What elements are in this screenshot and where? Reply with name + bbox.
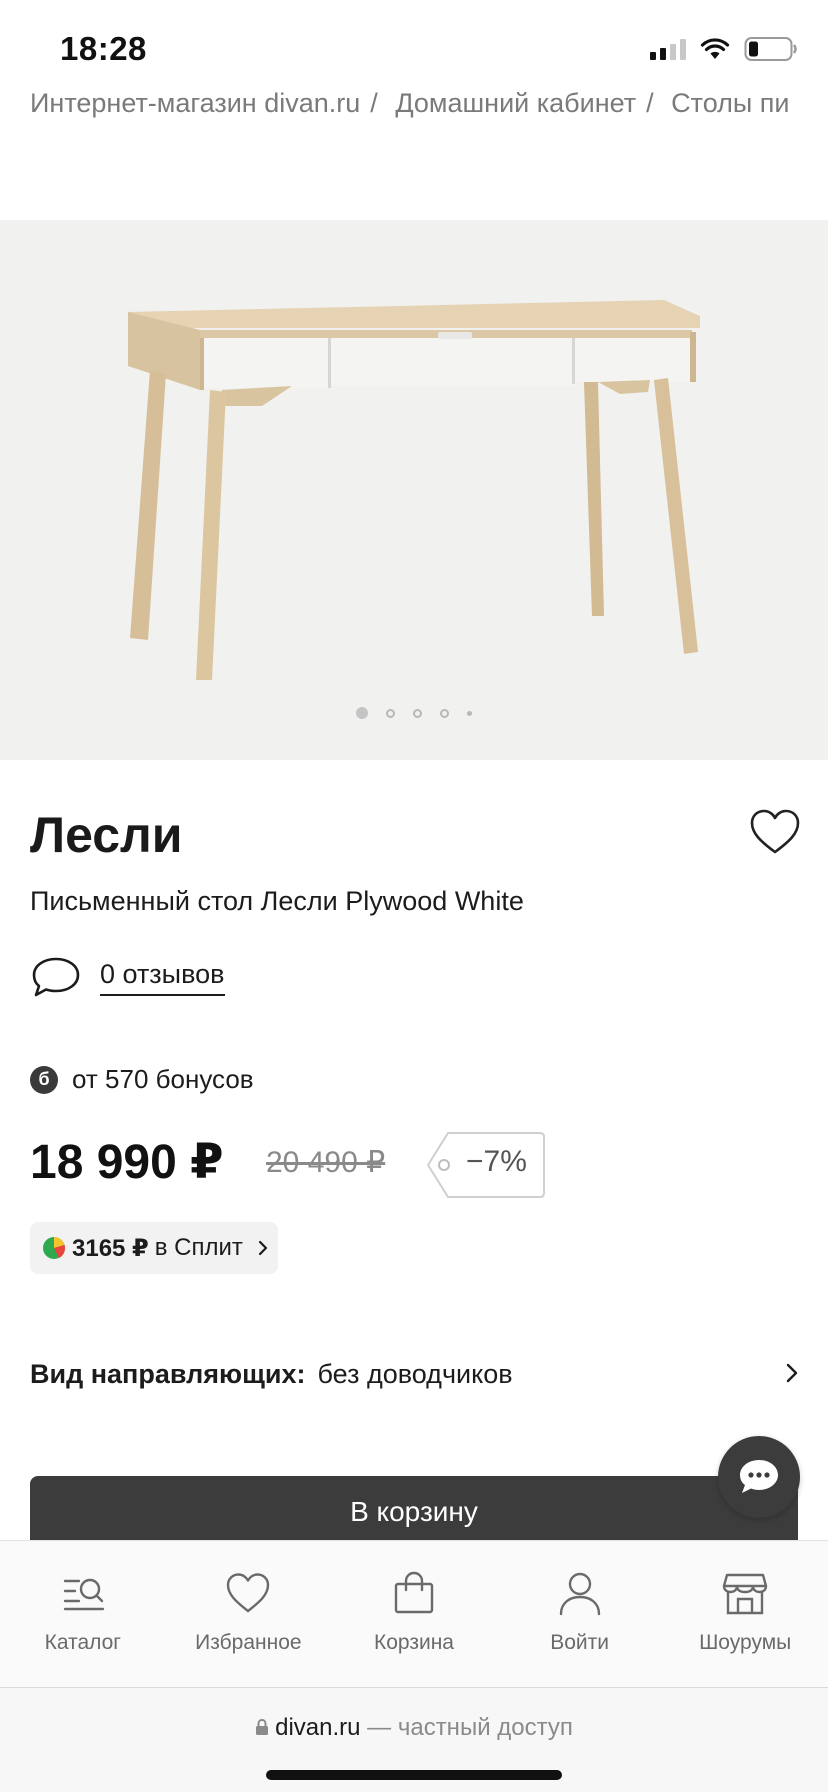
product-subtitle: Письменный стол Лесли Plywood White (30, 886, 524, 916)
bottom-nav: Каталог Избранное Корзина Войти Шоурумы (0, 1540, 828, 1688)
split-logo-icon (43, 1237, 65, 1259)
store-icon (722, 1573, 768, 1615)
gallery-dot[interactable] (356, 707, 368, 719)
chevron-right-icon (786, 1363, 798, 1383)
breadcrumb: Интернет-магазин divan.ru / Домашний каби… (30, 88, 828, 124)
gallery-dot[interactable] (440, 708, 449, 718)
favorite-heart-icon[interactable] (748, 806, 802, 860)
breadcrumb-item-home-office[interactable]: Домашний кабинет (395, 88, 636, 118)
cellular-signal-icon (650, 38, 686, 60)
gallery-dot[interactable] (413, 708, 422, 718)
comment-icon (32, 957, 80, 997)
nav-item-cart[interactable]: Корзина (331, 1541, 497, 1687)
chevron-right-icon (258, 1240, 268, 1256)
nav-label-showrooms: Шоурумы (699, 1631, 792, 1654)
rails-option-label: Вид направляющих: (30, 1358, 306, 1389)
product-title: Лесли (30, 807, 183, 863)
lock-icon (256, 1718, 269, 1735)
status-time: 18:28 (60, 30, 147, 67)
nav-label-catalog: Каталог (44, 1631, 121, 1654)
product-gallery[interactable] (0, 220, 828, 760)
nav-item-catalog[interactable]: Каталог (0, 1541, 166, 1687)
breadcrumb-separator: / (646, 88, 654, 118)
status-bar: 18:28 (0, 0, 828, 88)
bag-icon (394, 1571, 434, 1614)
split-payment-button[interactable]: 3165 ₽ в Сплит (30, 1222, 278, 1274)
url-private-note: — частный доступ (367, 1714, 573, 1741)
reviews-link[interactable]: 0 отзывов (100, 959, 225, 996)
battery-icon (744, 37, 797, 61)
chat-button[interactable] (718, 1436, 800, 1518)
bonus-text: от 570 бонусов (72, 1064, 254, 1094)
browser-url-bar[interactable]: divan.ru — частный доступ (0, 1688, 828, 1792)
nav-label-login: Войти (550, 1631, 609, 1654)
nav-label-cart: Корзина (373, 1631, 454, 1654)
gallery-dot[interactable] (386, 708, 395, 718)
breadcrumb-separator: / (370, 88, 378, 118)
split-amount: 3165 ₽ (72, 1234, 149, 1262)
status-icons (650, 34, 798, 64)
nav-item-login[interactable]: Войти (497, 1541, 663, 1687)
breadcrumb-item-home[interactable]: Интернет-магазин divan.ru (30, 88, 360, 118)
reviews-row[interactable]: 0 отзывов (30, 950, 225, 1004)
user-icon (559, 1572, 600, 1616)
discount-badge: −7% (466, 1145, 527, 1178)
breadcrumb-item-desks[interactable]: Столы пи (671, 88, 789, 118)
bonus-row: б от 570 бонусов (30, 1064, 254, 1095)
gallery-pagination (0, 707, 828, 719)
chat-bubble-icon (740, 1460, 778, 1493)
current-price: 18 990 ₽ (30, 1136, 224, 1189)
catalog-icon (63, 1578, 104, 1611)
rails-option-row[interactable]: Вид направляющих: без доводчиков (30, 1354, 800, 1394)
old-price: 20 490 ₽ (266, 1146, 386, 1179)
heart-icon (227, 1573, 270, 1613)
url-domain: divan.ru (275, 1714, 361, 1741)
rails-option-value: без доводчиков (317, 1358, 513, 1389)
home-indicator (266, 1770, 562, 1780)
product-image (128, 300, 700, 680)
url-text: divan.ru — частный доступ (0, 1714, 828, 1742)
split-label: в Сплит (154, 1234, 243, 1261)
wifi-icon (700, 38, 730, 59)
nav-label-favorites: Избранное (195, 1631, 302, 1654)
bonus-badge-icon: б (30, 1065, 58, 1094)
nav-item-showrooms[interactable]: Шоурумы (662, 1541, 828, 1687)
gallery-dot[interactable] (467, 710, 472, 716)
nav-item-favorites[interactable]: Избранное (166, 1541, 332, 1687)
